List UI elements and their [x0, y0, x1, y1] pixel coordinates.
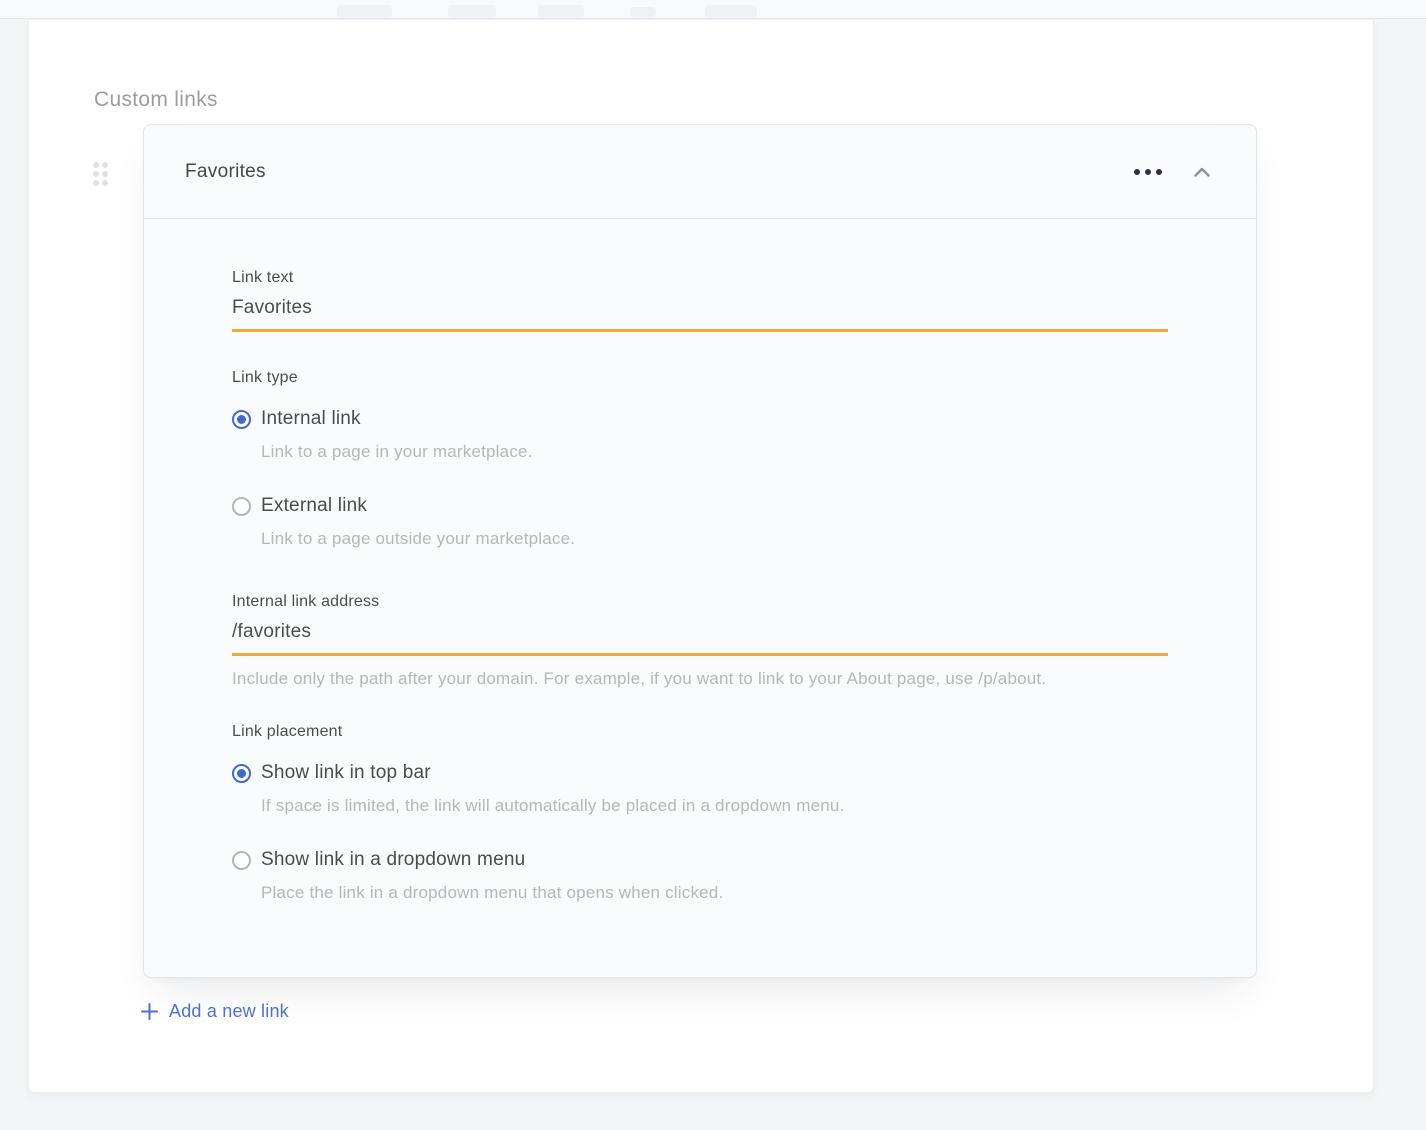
external-link-radio-label[interactable]: External link [261, 495, 367, 517]
drag-handle-icon[interactable] [91, 160, 110, 188]
external-link-description: Link to a page outside your marketplace. [261, 529, 1168, 549]
plus-icon [141, 1003, 158, 1020]
placement-option-topbar: Show link in top bar If space is limited… [232, 762, 1168, 816]
cutoff-element [337, 5, 392, 17]
chevron-up-icon[interactable] [1190, 163, 1214, 181]
show-link-top-bar-description: If space is limited, the link will autom… [261, 796, 1168, 816]
top-strip-cutoff-toolbar [0, 0, 1426, 19]
ellipsis-menu-icon[interactable] [1132, 163, 1164, 181]
cutoff-element [448, 5, 496, 17]
panel-header: Favorites [144, 125, 1256, 219]
custom-link-panel: Favorites Link text [143, 124, 1257, 978]
show-link-dropdown-description: Place the link in a dropdown menu that o… [261, 883, 1168, 903]
page-title: Custom links [94, 88, 218, 112]
radio-unselected-icon[interactable] [232, 851, 251, 870]
link-type-option-external: External link Link to a page outside you… [232, 495, 1168, 549]
panel-title: Favorites [185, 161, 266, 183]
internal-link-address-field-group: Internal link address Include only the p… [232, 593, 1168, 689]
content-card: Custom links Favorites [28, 20, 1374, 1093]
link-type-section: Link type Internal link Link to a page i… [232, 369, 1168, 549]
custom-links-settings-screen: Custom links Favorites [0, 0, 1426, 1130]
show-link-dropdown-label[interactable]: Show link in a dropdown menu [261, 849, 525, 871]
cutoff-element [538, 5, 584, 17]
radio-unselected-icon[interactable] [232, 497, 251, 516]
link-placement-section: Link placement Show link in top bar If s… [232, 723, 1168, 903]
add-new-link-button[interactable]: Add a new link [141, 1001, 289, 1022]
internal-link-address-label: Internal link address [232, 593, 1168, 611]
internal-link-radio-label[interactable]: Internal link [261, 408, 361, 430]
add-new-link-label: Add a new link [169, 1001, 289, 1022]
link-text-label: Link text [232, 269, 1168, 287]
link-type-label: Link type [232, 369, 1168, 387]
radio-selected-icon[interactable] [232, 764, 251, 783]
internal-link-address-input[interactable] [232, 621, 1168, 656]
internal-link-description: Link to a page in your marketplace. [261, 442, 1168, 462]
show-link-dropdown-radio[interactable]: Show link in a dropdown menu [232, 849, 1168, 871]
internal-link-address-help: Include only the path after your domain.… [232, 669, 1168, 689]
cutoff-element [630, 7, 656, 17]
link-type-option-internal: Internal link Link to a page in your mar… [232, 408, 1168, 462]
external-link-radio[interactable]: External link [232, 495, 1168, 517]
internal-link-radio[interactable]: Internal link [232, 408, 1168, 430]
radio-selected-icon[interactable] [232, 410, 251, 429]
show-link-top-bar-radio[interactable]: Show link in top bar [232, 762, 1168, 784]
link-placement-label: Link placement [232, 723, 1168, 741]
panel-body: Link text Link type Internal link Link t… [144, 219, 1256, 903]
placement-option-dropdown: Show link in a dropdown menu Place the l… [232, 849, 1168, 903]
link-text-input[interactable] [232, 297, 1168, 332]
cutoff-element [705, 5, 757, 17]
link-text-field-group: Link text [232, 269, 1168, 332]
show-link-top-bar-label[interactable]: Show link in top bar [261, 762, 431, 784]
